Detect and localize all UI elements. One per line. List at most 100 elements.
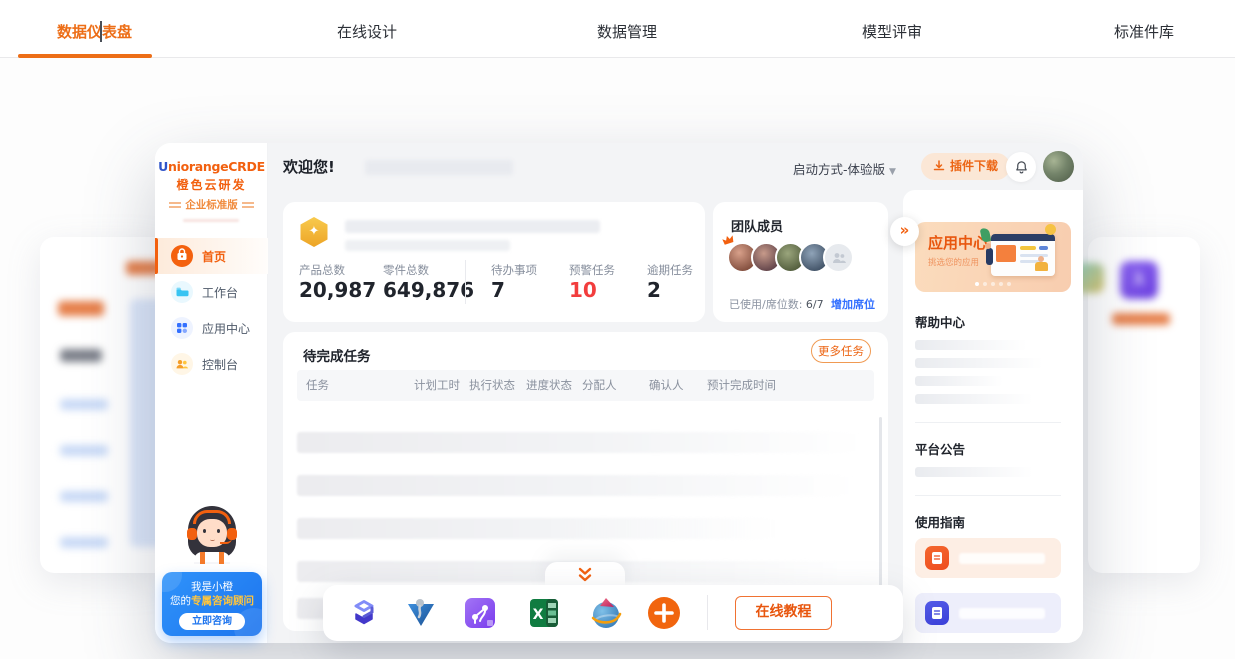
app-center-banner[interactable]: 应用中心 挑选您的应用: [915, 222, 1071, 292]
panel-divider: [915, 495, 1061, 496]
guide-item-2[interactable]: [915, 593, 1061, 633]
task-row-blurred: [297, 432, 859, 453]
person-head-illustration: [985, 243, 991, 249]
background-card-left: [40, 237, 168, 573]
active-tab-underline: [18, 54, 152, 58]
screenshot-stage: 数据仪表盘 在线设计 数据管理 模型评审 标准件库 λ: [0, 0, 1235, 659]
stat-label: 逾期任务: [647, 262, 693, 278]
plugin-download-button[interactable]: 插件下载: [921, 153, 1010, 180]
notification-bell-button[interactable]: [1006, 152, 1036, 182]
dock-icon-cube-app[interactable]: [347, 596, 381, 630]
dock-icon-globe-app[interactable]: [589, 596, 623, 630]
tasks-title: 待完成任务: [303, 345, 371, 365]
dock-icon-add-app[interactable]: [647, 596, 681, 630]
consult-now-button[interactable]: 立即咨询: [179, 613, 245, 630]
badge-underline: [183, 219, 239, 222]
edition-badge: 企业标准版: [155, 197, 268, 212]
carousel-dots[interactable]: [915, 281, 1071, 286]
double-chevron-down-icon: [575, 567, 595, 583]
stat-label: 产品总数: [299, 262, 345, 278]
document-icon: [925, 601, 949, 625]
help-item-blurred: [915, 394, 1033, 404]
chevron-down-icon: ▼: [889, 167, 896, 177]
stat-value: 20,987: [299, 278, 376, 302]
stat-value: 2: [647, 278, 661, 302]
tasks-scrollbar[interactable]: [879, 417, 882, 592]
help-item-blurred: [915, 376, 1003, 386]
user-avatar[interactable]: [1043, 151, 1074, 182]
guide-item-1[interactable]: [915, 538, 1061, 578]
badge-hexagon-icon: ✦: [299, 217, 329, 247]
background-card-right: λ: [1088, 237, 1200, 573]
add-seat-link[interactable]: 增加席位: [831, 296, 875, 312]
assistant-card: 我是小橙 您的专属咨询顾问 立即咨询: [162, 572, 262, 636]
download-icon: [933, 160, 945, 172]
brand-logo: UniorangeCRDE: [155, 159, 268, 174]
assistant-avatar: [186, 506, 238, 564]
team-title: 团队成员: [731, 216, 783, 235]
col-planned: 计划工时: [414, 370, 460, 401]
welcome-title: 欢迎您!: [283, 156, 335, 177]
tasks-table-header: 任务 计划工时 执行状态 进度状态 分配人 确认人 预计完成时间: [297, 370, 874, 401]
dock-icon-excel-app[interactable]: X: [527, 596, 561, 630]
person2-illustration: [1035, 262, 1048, 271]
sidebar-menu: 首页 工作台 应用中心: [155, 238, 268, 382]
help-item-blurred: [915, 358, 1043, 368]
app-dock: X 在线教程: [323, 585, 903, 641]
more-tasks-button[interactable]: 更多任务: [811, 339, 871, 363]
col-confirmer: 确认人: [649, 370, 684, 401]
team-avatars: [727, 242, 854, 273]
sidebar-item-console[interactable]: 控制台: [155, 346, 268, 382]
stat-value: 7: [491, 278, 505, 302]
dock-divider: [707, 595, 708, 630]
col-exec-status: 执行状态: [469, 370, 515, 401]
member-placeholder-avatar[interactable]: [823, 242, 854, 273]
badge-deco-left: [169, 202, 181, 208]
tab-online-design[interactable]: 在线设计: [337, 21, 397, 42]
dock-icon-shield-app[interactable]: [404, 596, 438, 630]
brand-logo-mark: U: [158, 159, 168, 174]
announcements-title: 平台公告: [915, 439, 965, 458]
sidebar-item-label: 工作台: [202, 284, 238, 301]
online-tutorial-button[interactable]: 在线教程: [735, 596, 832, 630]
task-row-blurred: [297, 518, 777, 539]
guide-text-blurred: [959, 553, 1045, 564]
tab-data-management[interactable]: 数据管理: [597, 21, 657, 42]
person-pair-icon: [831, 251, 847, 265]
sidebar-item-home[interactable]: 首页: [155, 238, 268, 274]
help-item-blurred: [915, 340, 1027, 350]
right-panel: 应用中心 挑选您的应用 帮助中心: [903, 190, 1083, 643]
col-eta: 预计完成时间: [707, 370, 776, 401]
stat-label: 预警任务: [569, 262, 615, 278]
brand-logo-text: niorangeCRDE: [168, 159, 265, 174]
assistant-line2: 您的专属咨询顾问: [162, 594, 262, 608]
help-center-title: 帮助中心: [915, 312, 965, 331]
svg-text:X: X: [533, 607, 544, 623]
col-assignee: 分配人: [582, 370, 617, 401]
home-icon: [171, 245, 193, 267]
tab-data-dashboard[interactable]: 数据仪表盘: [57, 21, 132, 42]
team-card: 团队成员 已使用/席位数: 6/7 增加席位: [713, 202, 888, 322]
document-icon: [925, 546, 949, 570]
stat-value-alert: 10: [569, 278, 597, 302]
folder-icon: [171, 281, 193, 303]
stats-divider: [465, 260, 466, 304]
bell-icon: [1014, 160, 1029, 175]
badge-deco-right: [242, 202, 254, 208]
tab-model-review[interactable]: 模型评审: [862, 21, 922, 42]
guide-text-blurred: [959, 608, 1045, 619]
col-task: 任务: [306, 370, 329, 401]
panel-divider: [915, 422, 1061, 423]
launch-mode-dropdown[interactable]: 启动方式-体验版▼: [793, 159, 896, 178]
stats-blurred-line-1: [345, 220, 600, 233]
dock-icon-curve-app[interactable]: [463, 596, 497, 630]
sidebar-item-workbench[interactable]: 工作台: [155, 274, 268, 310]
users-icon: [171, 353, 193, 375]
sidebar-item-label: 应用中心: [202, 320, 250, 337]
tab-standard-parts[interactable]: 标准件库: [1114, 21, 1174, 42]
lightbulb-illustration: [1045, 224, 1056, 235]
collapse-panel-button[interactable]: »: [890, 217, 919, 246]
sidebar-item-app-center[interactable]: 应用中心: [155, 310, 268, 346]
text-cursor: [100, 21, 102, 42]
task-row-blurred: [297, 475, 853, 496]
